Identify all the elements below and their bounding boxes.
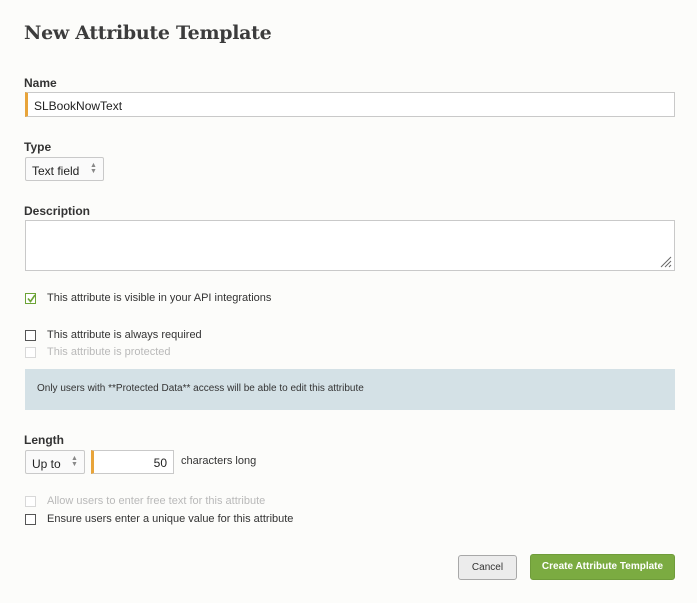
length-label: Length — [24, 433, 64, 447]
select-arrows-icon: ▲ ▼ — [90, 162, 97, 175]
protected-checkbox — [25, 347, 36, 358]
visible-api-label: This attribute is visible in your API in… — [47, 292, 272, 304]
unique-value-checkbox[interactable] — [25, 514, 36, 525]
checkmark-icon — [27, 294, 36, 303]
protected-note: Only users with **Protected Data** acces… — [25, 369, 675, 410]
page-title: New Attribute Template — [24, 22, 272, 44]
cancel-button[interactable]: Cancel — [458, 555, 517, 580]
select-arrows-icon: ▲ ▼ — [71, 455, 78, 468]
resize-handle-icon[interactable] — [660, 256, 672, 268]
visible-api-checkbox[interactable] — [25, 293, 36, 304]
type-select-value: Text field — [32, 164, 80, 178]
length-mode-value: Up to — [32, 457, 61, 471]
always-required-label: This attribute is always required — [47, 329, 202, 341]
unique-value-label: Ensure users enter a unique value for th… — [47, 513, 294, 525]
length-mode-select[interactable]: Up to ▲ ▼ — [25, 450, 85, 474]
type-select[interactable]: Text field ▲ ▼ — [25, 157, 104, 181]
free-text-checkbox — [25, 496, 36, 507]
length-suffix: characters long — [181, 455, 257, 467]
create-attribute-template-button[interactable]: Create Attribute Template — [530, 554, 675, 580]
always-required-checkbox[interactable] — [25, 330, 36, 341]
name-input-value: SLBookNowText — [34, 99, 123, 113]
protected-label: This attribute is protected — [47, 346, 171, 358]
description-label: Description — [24, 204, 91, 218]
description-textarea[interactable] — [25, 220, 675, 271]
type-label: Type — [24, 140, 52, 154]
name-label: Name — [24, 76, 57, 90]
length-input[interactable]: 50 — [91, 450, 174, 474]
name-input[interactable]: SLBookNowText — [25, 92, 675, 117]
length-input-value: 50 — [153, 456, 167, 470]
protected-note-text: Only users with **Protected Data** acces… — [37, 383, 364, 394]
free-text-label: Allow users to enter free text for this … — [47, 495, 266, 507]
